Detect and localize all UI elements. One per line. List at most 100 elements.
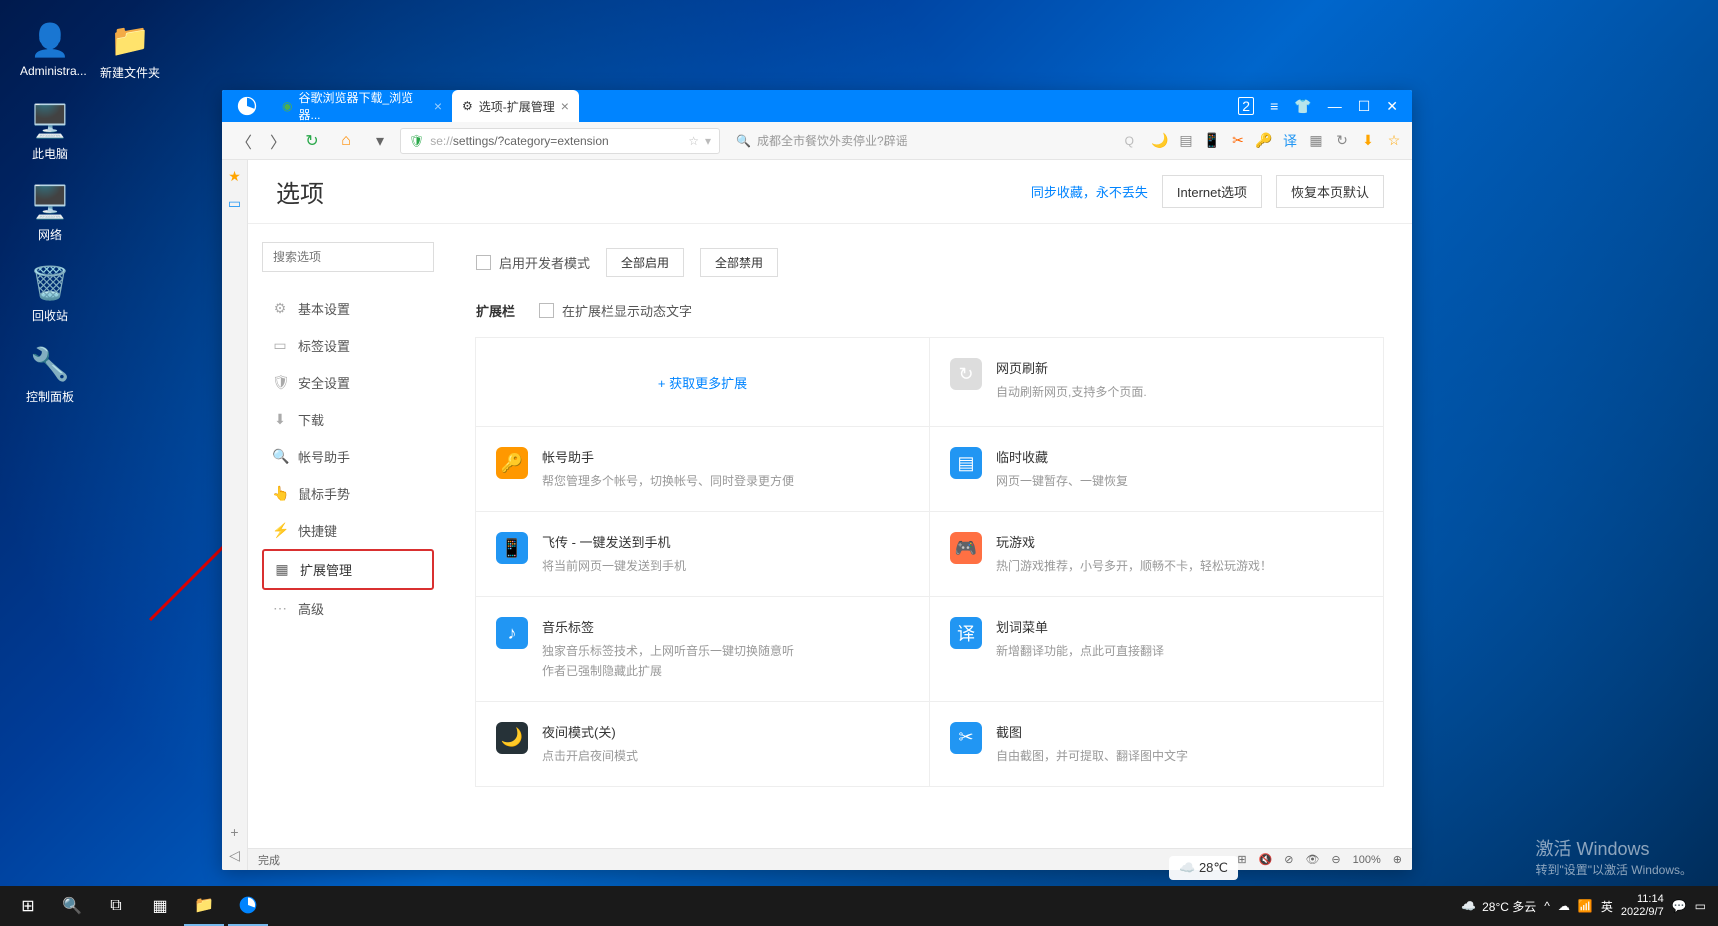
minimize-icon[interactable]: — [1328,98,1342,114]
desktop-icon-recycle[interactable]: 🗑️回收站 [20,263,80,324]
restore-defaults-button[interactable]: 恢复本页默认 [1276,175,1384,208]
sidebar-item-5[interactable]: 👆鼠标手势 [262,475,434,512]
search-input[interactable] [262,242,434,272]
start-button[interactable]: ⊞ [8,886,48,926]
menu-icon[interactable]: ≡ [1270,98,1278,114]
extension-icon: 🎮 [950,532,982,564]
desktop-icon-control[interactable]: 🔧控制面板 [20,344,80,405]
desktop-icon-folder[interactable]: 📁新建文件夹 [100,20,160,81]
desktop-icon-pc[interactable]: 🖥️此电脑 [20,101,80,162]
search-hint[interactable]: 🔍 成都全市餐饮外卖停业?辟谣 Q [726,132,1144,149]
tab-2[interactable]: ⚙选项-扩展管理× [452,90,579,122]
close-icon[interactable]: × [434,98,442,114]
extension-icon: ▤ [950,447,982,479]
close-icon[interactable]: × [561,98,569,114]
sidebar-item-1[interactable]: ▭标签设置 [262,327,434,364]
enable-all-button[interactable]: 全部启用 [606,248,684,277]
apps-button[interactable]: ▦ [140,886,180,926]
extension-card-7[interactable]: 🌙夜间模式(关)点击开启夜间模式 [475,701,930,787]
sidebar-item-3[interactable]: ⬇下载 [262,401,434,438]
extension-card-4[interactable]: 🎮玩游戏热门游戏推荐，小号多开，顺畅不卡，轻松玩游戏！ [929,511,1384,597]
sidebar-item-0[interactable]: ⚙基本设置 [262,290,434,327]
star-icon[interactable]: ☆ [688,134,699,148]
zoom-out-icon[interactable]: ⊖ [1331,853,1340,866]
tray-action-icon[interactable]: ▭ [1695,899,1706,913]
ext-icon-9[interactable]: ⬇ [1358,131,1378,151]
shirt-icon[interactable]: 👕 [1294,98,1311,115]
dropdown-icon[interactable]: ▾ [366,127,394,155]
extension-card-5[interactable]: ♪音乐标签独家音乐标签技术，上网听音乐一键切换随意听作者已强制隐藏此扩展 [475,596,930,701]
extension-title: 临时收藏 [996,447,1363,466]
sidebar-item-6[interactable]: ⚡快捷键 [262,512,434,549]
ext-icon-7[interactable]: ▦ [1306,131,1326,151]
taskview-button[interactable]: ⧉ [96,886,136,926]
add-icon[interactable]: + [230,824,238,840]
sidebar: ⚙基本设置▭标签设置🛡安全设置⬇下载🔍帐号助手👆鼠标手势⚡快捷键▦扩展管理⋯高级 [248,224,448,848]
dev-mode-checkbox[interactable]: 启用开发者模式 [476,253,590,272]
extension-card-0[interactable]: ↻网页刷新自动刷新网页,支持多个页面. [929,337,1384,427]
account-icon[interactable]: 2 [1238,97,1254,115]
sync-link[interactable]: 同步收藏，永不丢失 [1031,182,1148,201]
browser-window: ◉谷歌浏览器下载_浏览器...× ⚙选项-扩展管理× 2 ≡ 👕 — ☐ ✕ 〈… [222,90,1412,870]
desktop-icon-admin[interactable]: 👤Administra... [20,20,80,81]
extension-icon: 译 [950,617,982,649]
nav-icon: ⚙ [272,300,288,317]
disable-all-button[interactable]: 全部禁用 [700,248,778,277]
bookmark-icon[interactable]: ▭ [228,195,241,212]
extension-card-3[interactable]: 📱飞传 - 一键发送到手机将当前网页一键发送到手机 [475,511,930,597]
forward-button[interactable]: 〉 [264,127,292,155]
extension-card-2[interactable]: ▤临时收藏网页一键暂存、一键恢复 [929,426,1384,512]
collapse-icon[interactable]: ◁ [229,847,240,864]
extension-icon: ↻ [950,358,982,390]
weather-widget[interactable]: ☁️ 28℃ [1169,856,1238,880]
back-button[interactable]: 〈 [230,127,258,155]
ext-icon-10[interactable]: ☆ [1384,131,1404,151]
extension-desc: 将当前网页一键发送到手机 [542,557,909,576]
extension-desc: 热门游戏推荐，小号多开，顺畅不卡，轻松玩游戏！ [996,557,1363,576]
extension-desc: 自动刷新网页,支持多个页面. [996,383,1363,402]
extension-card-1[interactable]: 🔑帐号助手帮您管理多个帐号，切换帐号、同时登录更方便 [475,426,930,512]
home-button[interactable]: ⌂ [332,127,360,155]
eye-icon[interactable]: 👁 [1305,853,1319,866]
block-icon[interactable]: ⊘ [1284,853,1293,866]
close-window-icon[interactable]: ✕ [1386,98,1398,115]
ext-icon-3[interactable]: 📱 [1202,131,1222,151]
maximize-icon[interactable]: ☐ [1358,98,1371,115]
taskbar-weather[interactable]: ☁️ 28°C 多云 [1461,898,1536,915]
star-icon[interactable]: ★ [228,168,241,185]
explorer-button[interactable]: 📁 [184,886,224,926]
extension-desc: 新增翻译功能，点此可直接翻译 [996,642,1363,661]
extension-title: 截图 [996,722,1363,741]
ext-icon-6[interactable]: 译 [1280,131,1300,151]
internet-options-button[interactable]: Internet选项 [1162,175,1262,208]
tray-onedrive-icon[interactable]: ☁ [1558,899,1570,913]
tray-chevron-icon[interactable]: ^ [1544,899,1550,913]
search-button[interactable]: 🔍 [52,886,92,926]
ext-icon-5[interactable]: 🔑 [1254,131,1274,151]
sidebar-item-4[interactable]: 🔍帐号助手 [262,438,434,475]
get-more-extensions[interactable]: + 获取更多扩展 [475,337,930,427]
sidebar-item-7[interactable]: ▦扩展管理 [262,549,434,590]
mute-icon[interactable]: 🔇 [1259,853,1273,866]
sidebar-item-2[interactable]: 🛡安全设置 [262,364,434,401]
tray-network-icon[interactable]: 📶 [1578,899,1593,913]
reload-button[interactable]: ↻ [298,127,326,155]
sogou-button[interactable] [228,886,268,926]
ext-icon-4[interactable]: ✂ [1228,131,1248,151]
plugin-icon[interactable]: ⊞ [1237,853,1246,866]
url-bar[interactable]: 🛡 se://settings/?category=extension ☆ ▾ [400,128,720,154]
ext-icon-1[interactable]: 🌙 [1150,131,1170,151]
ext-icon-2[interactable]: ▤ [1176,131,1196,151]
taskbar-clock[interactable]: 11:142022/9/7 [1621,893,1664,919]
extension-card-8[interactable]: ✂截图自由截图，并可提取、翻译图中文字 [929,701,1384,787]
show-text-checkbox[interactable]: 在扩展栏显示动态文字 [539,301,692,320]
sidebar-item-8[interactable]: ⋯高级 [262,590,434,627]
desktop-icon-network[interactable]: 🖥️网络 [20,182,80,243]
tab-1[interactable]: ◉谷歌浏览器下载_浏览器...× [272,90,452,122]
tray-notif-icon[interactable]: 💬 [1672,899,1687,913]
tray-ime[interactable]: 英 [1601,898,1613,915]
nav-label: 下载 [298,410,324,429]
extension-card-6[interactable]: 译划词菜单新增翻译功能，点此可直接翻译 [929,596,1384,701]
zoom-in-icon[interactable]: ⊕ [1393,853,1402,866]
ext-icon-8[interactable]: ↻ [1332,131,1352,151]
